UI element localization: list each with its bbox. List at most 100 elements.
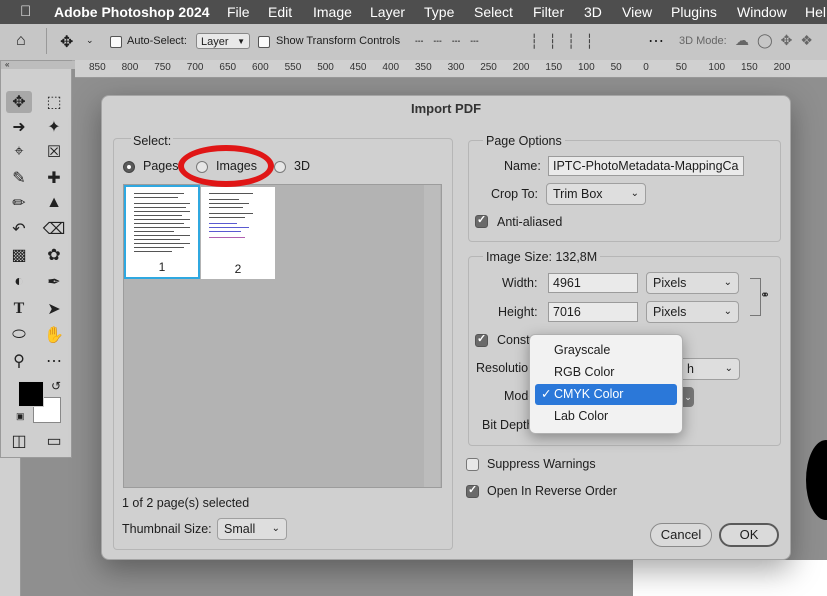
marquee-tool-icon[interactable]: ⬚ (41, 91, 67, 113)
ellipse-tool-icon[interactable]: ⬭ (6, 324, 32, 346)
swap-colors-icon[interactable]: ↺ (51, 379, 61, 393)
chevron-down-icon: ⌄ (723, 306, 732, 317)
height-unit-select[interactable]: Pixels ⌄ (646, 301, 739, 323)
width-label: Width: (502, 276, 538, 290)
menu-filter[interactable]: Filter (533, 4, 564, 20)
select-label: Select: (131, 134, 174, 148)
magic-wand-icon[interactable]: ✦ (41, 116, 67, 138)
ok-button[interactable]: OK (719, 523, 779, 547)
more-options-icon[interactable]: ⋯ (648, 31, 664, 51)
pen-tool-icon[interactable]: ✒ (41, 271, 67, 293)
page-thumbnail-2[interactable]: 2 (201, 187, 275, 279)
menu-3d[interactable]: 3D (584, 4, 602, 20)
eraser-tool-icon[interactable]: ⌫ (41, 218, 67, 240)
default-colors-icon[interactable]: ▣ (16, 411, 25, 422)
thumbnail-size-select[interactable]: Small ⌄ (217, 518, 287, 540)
distribute-icons[interactable]: ┆┆┆┆ (530, 33, 604, 50)
menu-file[interactable]: File (227, 4, 250, 20)
name-input[interactable]: IPTC-PhotoMetadata-MappingCa (548, 156, 744, 176)
ruler-tick-label: 550 (284, 62, 302, 73)
constrain-checkbox[interactable] (475, 332, 488, 347)
transform-controls-checkbox[interactable] (258, 36, 270, 48)
cancel-button[interactable]: Cancel (650, 523, 712, 547)
constrain-label[interactable]: Const (497, 333, 530, 347)
lasso-tool-icon[interactable]: ➜ (6, 116, 32, 138)
foreground-color-swatch[interactable] (18, 381, 44, 407)
hand-tool-icon[interactable]: ✋ (41, 324, 67, 346)
menu-plugins[interactable]: Plugins (671, 4, 717, 20)
stamp-tool-icon[interactable]: ▲ (41, 192, 67, 214)
zoom-tool-icon[interactable]: ⚲ (6, 350, 32, 372)
menu-select[interactable]: Select (474, 4, 513, 20)
apple-icon[interactable]:  (20, 3, 31, 20)
eyedropper-icon[interactable]: ✎ (6, 167, 32, 189)
history-brush-icon[interactable]: ↶ (6, 218, 32, 240)
radio-pages[interactable] (123, 161, 135, 173)
healing-brush-icon[interactable]: ✚ (41, 167, 67, 189)
brush-tool-icon[interactable]: ✏ (6, 192, 32, 214)
ruler-tick-label: 400 (382, 62, 400, 73)
menu-app-name[interactable]: Adobe Photoshop 2024 (54, 4, 210, 20)
auto-select-dropdown[interactable]: Layer ▼ (196, 33, 250, 49)
menu-edit[interactable]: Edit (268, 4, 292, 20)
mode-option-grayscale[interactable]: Grayscale (535, 340, 677, 361)
mode-option-rgb[interactable]: RGB Color (535, 362, 677, 383)
3d-mode-icons[interactable]: ☁◯✥❖ (735, 32, 821, 49)
width-unit-select[interactable]: Pixels ⌄ (646, 272, 739, 294)
ruler-tick-label: 750 (154, 62, 171, 73)
path-selection-icon[interactable]: ➤ (41, 298, 67, 320)
crop-to-select[interactable]: Trim Box ⌄ (546, 183, 646, 205)
mode-option-label: Grayscale (554, 343, 611, 357)
gradient-tool-icon[interactable]: ▩ (6, 244, 32, 266)
height-input[interactable]: 7016 (548, 302, 638, 322)
menu-type[interactable]: Type (424, 4, 454, 20)
radio-pages-label[interactable]: Pages (143, 159, 178, 173)
thumbnail-list[interactable]: 1 2 (123, 184, 442, 488)
screen-mode-icon[interactable]: ▭ (41, 430, 67, 452)
quick-mask-icon[interactable]: ◫ (6, 430, 32, 452)
menu-layer[interactable]: Layer (370, 4, 405, 20)
document-canvas[interactable] (633, 560, 827, 596)
anti-aliased-checkbox[interactable] (475, 213, 488, 228)
home-icon[interactable]: ⌂ (16, 32, 26, 50)
resolution-unit-select[interactable]: h ⌄ (678, 358, 740, 380)
anti-aliased-label[interactable]: Anti-aliased (497, 215, 562, 229)
panel-collapse-bar[interactable]: « (1, 61, 75, 69)
chevron-down-icon[interactable]: ⌄ (86, 35, 94, 46)
ruler-tick-label: 500 (317, 62, 334, 73)
ruler-tick-label: 100 (578, 62, 595, 73)
radio-3d-label[interactable]: 3D (294, 159, 310, 173)
thumbnail-scrollbar[interactable] (424, 185, 440, 487)
radio-3d[interactable] (274, 161, 286, 173)
menu-help[interactable]: Hel (805, 4, 826, 20)
menu-window[interactable]: Window (737, 4, 787, 20)
ruler-tick-label: 200 (512, 62, 530, 73)
mode-option-cmyk[interactable]: ✓ CMYK Color (535, 384, 677, 405)
suppress-warnings-checkbox[interactable] (466, 458, 479, 471)
mode-option-lab[interactable]: Lab Color (535, 406, 677, 427)
width-input[interactable]: 4961 (548, 273, 638, 293)
auto-select-checkbox[interactable] (110, 36, 122, 48)
page-number: 2 (234, 262, 242, 276)
menu-image[interactable]: Image (313, 4, 352, 20)
link-icon[interactable]: ⚭ (760, 288, 770, 302)
align-icons[interactable]: ┄┄┄┄ (415, 33, 489, 50)
ruler-tick-label: 600 (252, 62, 269, 73)
page-thumbnail-1[interactable]: 1 (124, 185, 200, 279)
more-tools-icon[interactable]: ⋯ (41, 350, 67, 372)
mode-dropdown-menu: Grayscale RGB Color ✓ CMYK Color Lab Colo… (529, 334, 683, 434)
thumbnail-size-label: Thumbnail Size: (122, 522, 212, 536)
reverse-order-label[interactable]: Open In Reverse Order (487, 484, 617, 498)
move-tool-icon[interactable]: ✥ (6, 91, 32, 113)
menu-view[interactable]: View (622, 4, 652, 20)
crop-tool-icon[interactable]: ⌖ (6, 141, 32, 163)
blur-tool-icon[interactable]: ✿ (41, 244, 67, 266)
suppress-warnings-label[interactable]: Suppress Warnings (487, 457, 596, 471)
mode-select-arrow[interactable]: ⌄ (682, 387, 694, 407)
move-tool-icon[interactable]: ✥ (60, 32, 73, 52)
reverse-order-checkbox[interactable] (466, 483, 479, 498)
menu-bar:  Adobe Photoshop 2024 File Edit Image L… (0, 0, 827, 24)
frame-tool-icon[interactable]: ☒ (41, 141, 67, 163)
dodge-tool-icon[interactable]: ◐ (6, 271, 32, 293)
type-tool-icon[interactable]: T (6, 298, 32, 320)
